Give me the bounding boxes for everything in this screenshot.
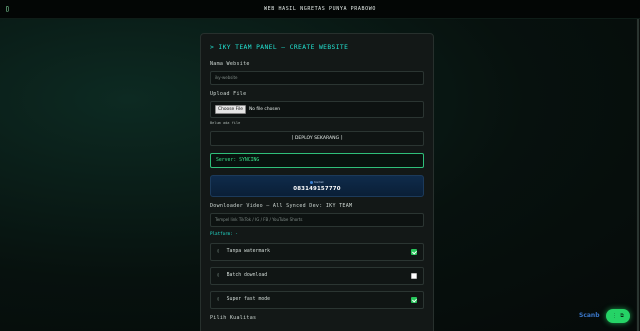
option-checkbox[interactable] (411, 297, 417, 303)
option-icon: ▯ (217, 273, 220, 278)
scrollbar-thumb[interactable] (637, 19, 639, 331)
option-icon: ▯ (217, 297, 220, 302)
scanner-watermark: Scanb (579, 312, 600, 319)
platform-text: Platform: - (210, 231, 238, 236)
option-batch-download[interactable]: ▯ Batch download (210, 267, 424, 285)
website-name-label: Nama Website (210, 61, 250, 67)
file-hint: Belum ada file (210, 121, 241, 125)
option-label: Super fast mode (226, 297, 270, 302)
contact-mini-row: Kontak (211, 180, 423, 184)
option-super-fast[interactable]: ▯ Super fast mode (210, 291, 424, 309)
deploy-button[interactable]: [ DEPLOY SEKARANG ] (210, 131, 424, 146)
contact-dot-icon (310, 180, 314, 184)
option-checkbox[interactable] (411, 249, 417, 255)
contact-phone-number: 083149157770 (293, 186, 341, 192)
site-title: WEB HASIL NGRETAS PUNYA PRABOWO (264, 6, 376, 12)
contact-card[interactable]: Kontak 083149157770 (210, 175, 424, 197)
website-name-input[interactable]: iky-website (210, 71, 424, 85)
video-link-input[interactable]: Tempel link TikTok / IG / FB / YouTube S… (210, 213, 424, 227)
file-upload-field[interactable]: Choose File No file chosen (210, 101, 424, 118)
server-status: Server: SYNCING (210, 153, 424, 168)
floating-action-button[interactable]: ⋮ ⧉ (606, 309, 630, 323)
option-label: Batch download (226, 273, 268, 278)
choose-file-button[interactable]: Choose File (215, 105, 246, 114)
scrollbar[interactable] (636, 19, 640, 331)
option-checkbox[interactable] (411, 273, 417, 279)
file-status-text: No file chosen (248, 107, 281, 112)
option-icon: ▯ (217, 249, 220, 254)
panel-title: > IKY TEAM PANEL — CREATE WEBSITE (210, 44, 349, 51)
top-bar: ▯ WEB HASIL NGRETAS PUNYA PRABOWO (0, 0, 640, 19)
upload-file-label: Upload File (210, 91, 247, 97)
downloader-label: Downloader Video — All Synced Dev: IKY T… (210, 203, 353, 209)
contact-mini-label: Kontak (314, 180, 324, 184)
option-no-watermark[interactable]: ▯ Tanpa watermark (210, 243, 424, 261)
option-label: Tanpa watermark (226, 249, 270, 254)
quality-label: Pilih Kualitas (210, 315, 257, 321)
create-website-panel: > IKY TEAM PANEL — CREATE WEBSITE Nama W… (200, 33, 434, 331)
